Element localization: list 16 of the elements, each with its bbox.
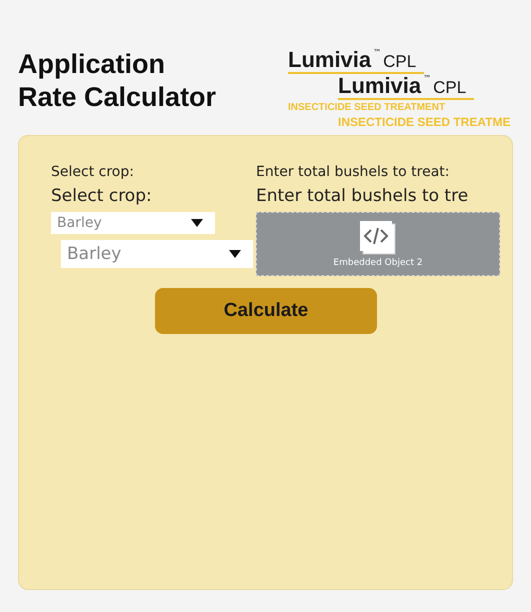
field-label: Enter total bushels to tre — [256, 186, 470, 206]
brand-logo: Lumivia™CPL — [338, 74, 474, 100]
field-label: Enter total bushels to treat: — [256, 164, 451, 180]
field-label: Select crop: — [51, 186, 153, 206]
crop-select[interactable]: Barley — [51, 212, 215, 234]
embed-caption: Embedded Object 2 — [333, 258, 423, 268]
calculate-button[interactable]: Calculate — [155, 288, 377, 334]
field-label: Select crop: — [51, 164, 135, 180]
page-title: Application Rate Calculator — [18, 48, 218, 114]
code-icon — [359, 220, 397, 256]
caret-icon — [229, 250, 241, 258]
caret-icon — [191, 219, 203, 227]
brand-tagline: INSECTICIDE SEED TREATMENT — [288, 102, 446, 113]
brand-tagline: INSECTICIDE SEED TREATME — [338, 115, 512, 129]
crop-select[interactable]: Barley — [61, 240, 253, 268]
brand-logo: Lumivia™CPL — [288, 48, 424, 74]
